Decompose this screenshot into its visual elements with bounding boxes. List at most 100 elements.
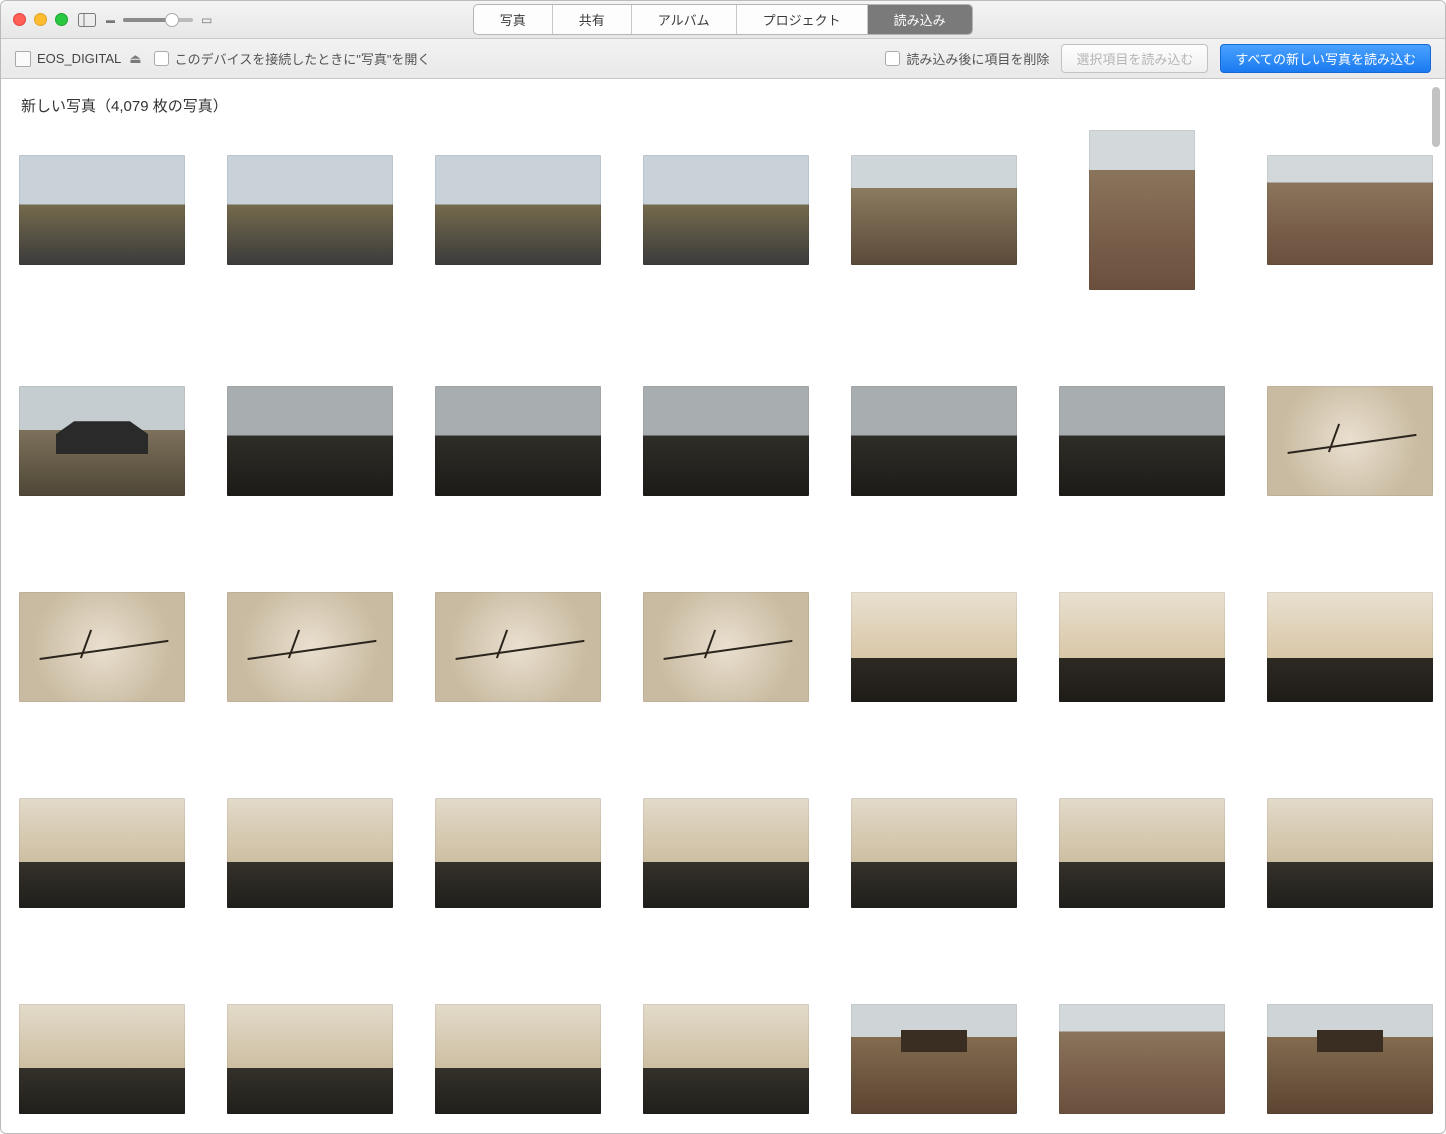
photo-image	[19, 1004, 185, 1114]
photo-thumbnail[interactable]	[435, 798, 601, 908]
import-all-new-button[interactable]: すべての新しい写真を読み込む	[1220, 44, 1431, 73]
close-window-button[interactable]	[13, 13, 26, 26]
photo-thumbnail[interactable]	[643, 1004, 809, 1114]
photo-image	[851, 1004, 1017, 1114]
photo-thumbnail[interactable]	[851, 798, 1017, 908]
photo-image	[19, 386, 185, 496]
photo-image	[19, 592, 185, 702]
photo-thumbnail[interactable]	[227, 592, 393, 702]
photo-image	[435, 155, 601, 265]
vertical-scrollbar[interactable]	[1430, 87, 1442, 1125]
photo-image	[435, 798, 601, 908]
tab-photos[interactable]: 写真	[474, 5, 553, 34]
photo-thumbnail[interactable]	[1267, 386, 1433, 496]
photo-thumbnail[interactable]	[851, 386, 1017, 496]
thumbnail-grid	[19, 130, 1427, 1133]
photo-thumbnail[interactable]	[851, 592, 1017, 702]
zoom-slider[interactable]: ▬ ▭	[106, 13, 212, 27]
photo-thumbnail[interactable]	[1267, 1004, 1433, 1114]
photo-image	[643, 386, 809, 496]
delete-after-import-input[interactable]	[885, 51, 900, 66]
window-controls	[13, 13, 68, 26]
photo-image	[227, 1004, 393, 1114]
photo-thumbnail[interactable]	[435, 386, 601, 496]
photo-thumbnail[interactable]	[643, 592, 809, 702]
photo-image	[19, 798, 185, 908]
photo-image	[1267, 798, 1433, 908]
device-selector[interactable]: EOS_DIGITAL ⏏	[15, 51, 142, 67]
photo-thumbnail[interactable]	[435, 155, 601, 265]
device-name: EOS_DIGITAL	[37, 51, 121, 66]
photo-image	[1059, 1004, 1225, 1114]
delete-after-import-label: 読み込み後に項目を削除	[906, 49, 1049, 68]
photo-image	[851, 798, 1017, 908]
photo-thumbnail[interactable]	[227, 155, 393, 265]
photo-image	[227, 798, 393, 908]
photo-thumbnail[interactable]	[19, 155, 185, 265]
delete-after-import-checkbox[interactable]: 読み込み後に項目を削除	[885, 49, 1049, 68]
photo-image	[1089, 130, 1195, 290]
photo-image	[851, 386, 1017, 496]
photo-thumbnail[interactable]	[227, 386, 393, 496]
photo-thumbnail[interactable]	[1059, 386, 1225, 496]
tab-albums[interactable]: アルバム	[632, 5, 737, 34]
photo-image	[227, 592, 393, 702]
photo-image	[643, 592, 809, 702]
sidebar-toggle-icon[interactable]	[78, 13, 96, 27]
open-on-connect-checkbox[interactable]: このデバイスを接続したときに"写真"を開く	[154, 49, 431, 68]
photo-thumbnail[interactable]	[19, 386, 185, 496]
open-on-connect-input[interactable]	[154, 51, 169, 66]
photo-thumbnail[interactable]	[1267, 592, 1433, 702]
photo-thumbnail[interactable]	[851, 155, 1017, 265]
photo-image	[1059, 592, 1225, 702]
photo-image	[851, 592, 1017, 702]
photo-thumbnail[interactable]	[19, 592, 185, 702]
import-selected-button[interactable]: 選択項目を読み込む	[1061, 44, 1208, 73]
photo-thumbnail[interactable]	[1267, 155, 1433, 265]
photo-thumbnail[interactable]	[1059, 130, 1225, 290]
fullscreen-window-button[interactable]	[55, 13, 68, 26]
main-tabs: 写真 共有 アルバム プロジェクト 読み込み	[473, 4, 973, 35]
photo-thumbnail[interactable]	[19, 1004, 185, 1114]
section-title-new-photos: 新しい写真（4,079 枚の写真）	[21, 95, 1427, 116]
scrollbar-thumb[interactable]	[1432, 87, 1440, 147]
photo-image	[19, 155, 185, 265]
photo-image	[1059, 386, 1225, 496]
open-on-connect-label: このデバイスを接続したときに"写真"を開く	[175, 49, 431, 68]
photo-thumbnail[interactable]	[435, 1004, 601, 1114]
photo-thumbnail[interactable]	[1059, 592, 1225, 702]
photo-image	[435, 592, 601, 702]
import-toolbar: EOS_DIGITAL ⏏ このデバイスを接続したときに"写真"を開く 読み込み…	[1, 39, 1445, 79]
photo-image	[851, 155, 1017, 265]
photo-thumbnail[interactable]	[227, 798, 393, 908]
content-area[interactable]: 新しい写真（4,079 枚の写真）	[1, 79, 1445, 1133]
photo-image	[1267, 1004, 1433, 1114]
photo-image	[643, 155, 809, 265]
tab-shared[interactable]: 共有	[553, 5, 632, 34]
photo-image	[1267, 592, 1433, 702]
photo-thumbnail[interactable]	[643, 798, 809, 908]
photo-thumbnail[interactable]	[1267, 798, 1433, 908]
photo-thumbnail[interactable]	[435, 592, 601, 702]
photo-thumbnail[interactable]	[227, 1004, 393, 1114]
app-window: ▬ ▭ 写真 共有 アルバム プロジェクト 読み込み EOS_DIGITAL ⏏…	[0, 0, 1446, 1134]
photo-thumbnail[interactable]	[1059, 798, 1225, 908]
photo-image	[1059, 798, 1225, 908]
photo-thumbnail[interactable]	[643, 386, 809, 496]
photo-thumbnail[interactable]	[643, 155, 809, 265]
photo-image	[1267, 155, 1433, 265]
tab-projects[interactable]: プロジェクト	[737, 5, 868, 34]
photo-image	[1267, 386, 1433, 496]
photo-thumbnail[interactable]	[851, 1004, 1017, 1114]
photo-thumbnail[interactable]	[1059, 1004, 1225, 1114]
photo-image	[643, 1004, 809, 1114]
photo-thumbnail[interactable]	[19, 798, 185, 908]
sd-card-icon	[15, 51, 31, 67]
photo-image	[643, 798, 809, 908]
photo-image	[227, 155, 393, 265]
tab-import[interactable]: 読み込み	[868, 5, 972, 34]
photo-image	[227, 386, 393, 496]
titlebar: ▬ ▭ 写真 共有 アルバム プロジェクト 読み込み	[1, 1, 1445, 39]
minimize-window-button[interactable]	[34, 13, 47, 26]
eject-icon[interactable]: ⏏	[129, 51, 141, 67]
